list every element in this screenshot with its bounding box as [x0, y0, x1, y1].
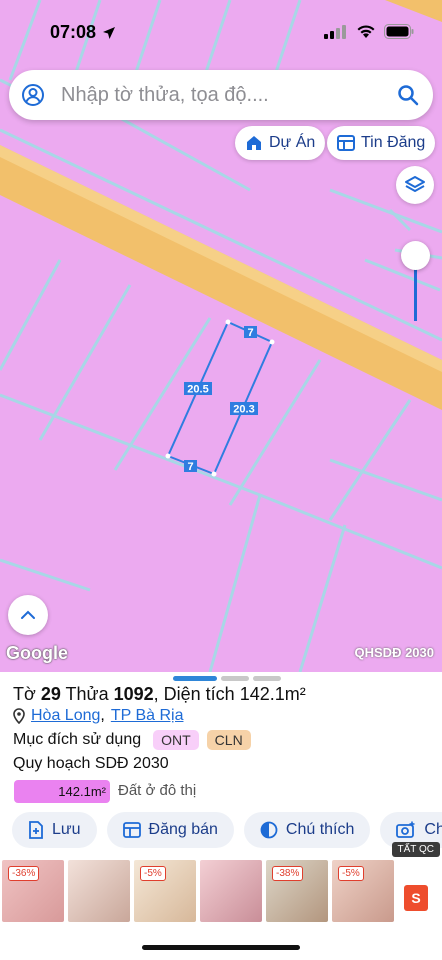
pager-dot[interactable]: [221, 676, 249, 681]
layers-icon: [405, 176, 425, 192]
ad-banner[interactable]: -36% -5% -38% -5%: [0, 858, 442, 926]
chevron-up-icon: [21, 610, 35, 619]
photo-label: Ch: [424, 821, 442, 838]
discount-badge: -5%: [338, 866, 364, 881]
title-area-label: , Diện tích: [153, 684, 240, 704]
add-file-icon: [29, 821, 43, 839]
status-icons: [324, 24, 414, 39]
discount-badge: -5%: [140, 866, 166, 881]
user-profile-icon[interactable]: [21, 83, 45, 107]
ward-link[interactable]: Hòa Long: [31, 707, 100, 725]
tag-cln: CLN: [206, 730, 251, 750]
parcel-location: Hòa Long, TP Bà Rịa: [13, 707, 183, 725]
tin-dang-button[interactable]: Tin Đăng: [327, 126, 436, 160]
location-pin-icon: [13, 708, 25, 724]
dim-right-label: 20.3: [230, 402, 258, 416]
discount-badge: -36%: [8, 866, 40, 881]
status-bar: 07:08: [0, 0, 442, 62]
action-row: Lưu Đăng bán Chú thích Ch: [12, 812, 442, 848]
pager-dot[interactable]: [253, 676, 281, 681]
ad-item[interactable]: -5%: [134, 860, 196, 922]
home-icon: [247, 136, 261, 150]
du-an-label: Dự Án: [269, 134, 316, 151]
save-label: Lưu: [52, 821, 81, 838]
plan-heading: Quy hoạch SDĐ 2030: [13, 755, 169, 772]
location-arrow-icon: [103, 27, 115, 39]
area-value: 142.1m²: [239, 684, 306, 704]
post-sale-button[interactable]: Đăng bán: [106, 812, 234, 848]
land-use-row: Mục đích sử dụng ONT CLN: [13, 730, 251, 750]
title-to-label: Tờ: [13, 684, 41, 704]
search-bar[interactable]: Nhập tờ thửa, tọa độ....: [9, 70, 433, 120]
listing-icon: [337, 135, 355, 151]
dim-top-label: 7: [244, 326, 257, 339]
half-circle-icon: [260, 821, 278, 839]
ad-item[interactable]: [200, 860, 262, 922]
sheet-pager[interactable]: [173, 676, 281, 681]
dim-bottom-label: 7: [184, 460, 197, 473]
layers-button[interactable]: [396, 166, 434, 204]
wifi-icon: [357, 25, 375, 38]
discount-badge: -38%: [272, 866, 304, 881]
ad-item[interactable]: -36%: [2, 860, 64, 922]
tin-dang-label: Tin Đăng: [361, 134, 426, 151]
pager-dot-active[interactable]: [173, 676, 217, 681]
legend-label: Chú thích: [285, 821, 355, 838]
dim-left: 20.5: [187, 384, 208, 396]
post-sale-label: Đăng bán: [148, 821, 218, 838]
plan-area-bar: 142.1m²: [14, 780, 110, 803]
ad-item[interactable]: [68, 860, 130, 922]
legend-button[interactable]: Chú thích: [243, 812, 371, 848]
parcel-title: Tờ 29 Thửa 1092, Diện tích 142.1m²: [13, 684, 306, 705]
city-link[interactable]: TP Bà Rịa: [111, 707, 184, 725]
battery-icon: [384, 24, 414, 39]
ad-item[interactable]: -38%: [266, 860, 328, 922]
add-photo-icon: [396, 821, 415, 838]
home-indicator[interactable]: [142, 945, 300, 950]
save-button[interactable]: Lưu: [12, 812, 97, 848]
dim-right: 20.3: [233, 404, 254, 416]
title-thua-label: Thửa: [60, 684, 114, 704]
cellular-signal-icon: [324, 24, 346, 39]
expand-sheet-button[interactable]: [8, 595, 48, 635]
thua-number: 1092: [113, 684, 154, 704]
search-icon[interactable]: [397, 84, 419, 106]
land-use-label: Mục đích sử dụng: [13, 731, 142, 748]
app-screen: 7 20.5 20.3 7 07:08 Nhập tờ thửa, tọa độ…: [0, 0, 442, 960]
dim-top: 7: [247, 327, 253, 339]
listing-icon: [122, 822, 141, 838]
ad-item[interactable]: -5%: [332, 860, 394, 922]
selected-parcel: [166, 320, 274, 476]
hide-ads-button[interactable]: TẤT QC: [391, 842, 440, 857]
plan-layer-label: QHSDĐ 2030: [354, 645, 434, 660]
opacity-slider-knob[interactable]: [401, 241, 430, 270]
dim-bottom: 7: [187, 461, 193, 473]
du-an-button[interactable]: Dự Án: [235, 126, 326, 160]
tag-ont: ONT: [153, 730, 199, 750]
to-number: 29: [40, 684, 61, 704]
search-input[interactable]: Nhập tờ thửa, tọa độ....: [61, 84, 269, 107]
status-time: 07:08: [50, 22, 97, 42]
plan-area-label: Đất ở đô thị: [118, 782, 197, 799]
shopee-logo[interactable]: S: [404, 885, 428, 911]
location-separator: ,: [100, 707, 105, 724]
dim-left-label: 20.5: [184, 382, 212, 396]
google-logo: Google: [6, 643, 68, 663]
